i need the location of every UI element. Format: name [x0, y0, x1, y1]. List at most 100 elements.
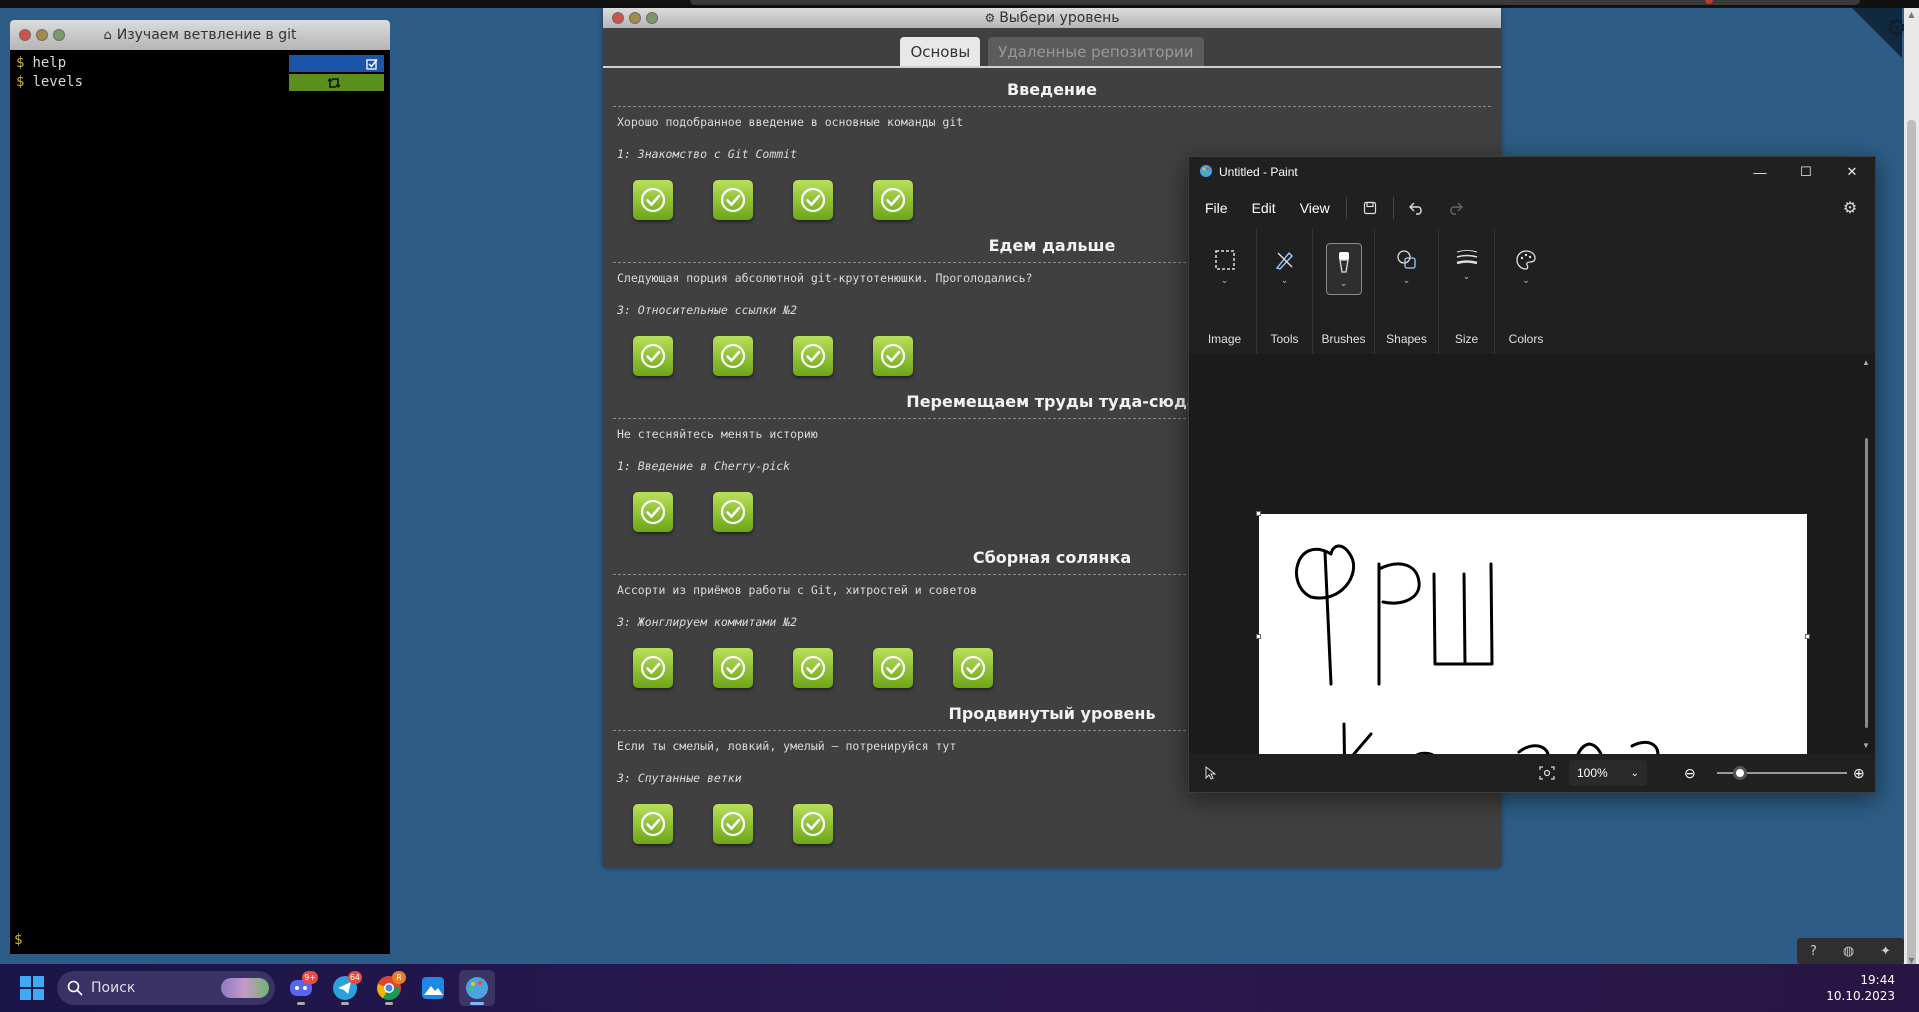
- paint-canvas[interactable]: [1256, 511, 1810, 754]
- maximize-button[interactable]: [646, 12, 658, 24]
- photos-app[interactable]: [415, 970, 451, 1006]
- globe-icon[interactable]: ◍: [1843, 944, 1854, 959]
- tab-basics[interactable]: Основы: [900, 37, 981, 66]
- section-description: Ассорти из приёмов работы с Git, хитрост…: [617, 583, 978, 597]
- scroll-up-arrow[interactable]: ▲: [1904, 8, 1919, 22]
- close-icon[interactable]: ✕: [1829, 157, 1875, 187]
- paint-app[interactable]: [459, 970, 495, 1006]
- level-complete-button[interactable]: [633, 648, 673, 688]
- telegram-app[interactable]: 64: [327, 970, 363, 1006]
- level-complete-button[interactable]: [633, 336, 673, 376]
- chrome-app[interactable]: R: [371, 970, 407, 1006]
- notification-badge: 64: [347, 971, 362, 984]
- minimize-button[interactable]: [36, 29, 48, 41]
- resize-handle[interactable]: [1256, 511, 1261, 516]
- selection-tool[interactable]: ⌄: [1207, 243, 1243, 295]
- level-complete-button[interactable]: [873, 180, 913, 220]
- level-complete-button[interactable]: [793, 648, 833, 688]
- checkmark-icon: [640, 811, 666, 837]
- maximize-icon[interactable]: ☐: [1783, 157, 1829, 187]
- chevron-down-icon: ⌄: [1522, 275, 1530, 285]
- resize-handle[interactable]: [1805, 634, 1810, 639]
- level-complete-button[interactable]: [633, 492, 673, 532]
- page-scroll-thumb[interactable]: [1907, 120, 1916, 970]
- level-complete-button[interactable]: [713, 336, 753, 376]
- close-button[interactable]: [612, 12, 624, 24]
- level-complete-button[interactable]: [713, 804, 753, 844]
- menu-view[interactable]: View: [1288, 200, 1342, 216]
- scroll-down-arrow[interactable]: ▼: [1862, 741, 1870, 750]
- scroll-up-arrow[interactable]: ▲: [1862, 358, 1870, 367]
- ribbon-colors[interactable]: ⌄ Colors: [1495, 229, 1557, 354]
- ribbon-size[interactable]: ⌄ Size: [1439, 229, 1495, 354]
- ribbon-brushes[interactable]: ⌄ Brushes: [1313, 229, 1375, 354]
- level-complete-button[interactable]: [633, 804, 673, 844]
- section-description: Не стесняйтесь менять историю: [617, 427, 818, 441]
- resize-handle[interactable]: [1256, 634, 1261, 639]
- brush-button[interactable]: ⌄: [1325, 243, 1362, 295]
- minimize-button[interactable]: [629, 12, 641, 24]
- running-indicator: [297, 1002, 305, 1005]
- shapes-button[interactable]: ⌄: [1389, 243, 1425, 295]
- windows-start-icon[interactable]: [20, 976, 44, 1000]
- level-complete-button[interactable]: [633, 180, 673, 220]
- minimize-icon[interactable]: —: [1737, 157, 1783, 187]
- redo-icon[interactable]: [1436, 192, 1474, 224]
- menu-file[interactable]: File: [1193, 200, 1240, 216]
- level-complete-button[interactable]: [793, 336, 833, 376]
- ribbon-label: Shapes: [1386, 332, 1427, 346]
- checkmark-icon: [880, 187, 906, 213]
- help-icon[interactable]: ?: [1810, 944, 1817, 959]
- taskbar-search[interactable]: Поиск: [57, 971, 275, 1005]
- fit-to-window-icon[interactable]: [1539, 766, 1555, 783]
- running-indicator: [470, 1002, 484, 1005]
- settings-icon[interactable]: ⚙: [1831, 192, 1869, 224]
- checkmark-icon: [640, 655, 666, 681]
- hand-drawing: [1295, 544, 1660, 754]
- command-status-done: [289, 55, 384, 72]
- checkmark-icon: [960, 655, 986, 681]
- system-clock[interactable]: 19:44 10.10.2023: [1826, 972, 1895, 1004]
- tab-remote[interactable]: Удаленные репозитории: [988, 37, 1204, 66]
- size-button[interactable]: ⌄: [1449, 243, 1485, 295]
- paint-icon: [466, 977, 488, 999]
- canvas-scroll-thumb[interactable]: [1865, 438, 1868, 728]
- canvas-scrollbar[interactable]: ▲ ▼: [1862, 358, 1870, 750]
- colors-button[interactable]: ⌄: [1508, 243, 1544, 295]
- save-icon[interactable]: [1351, 192, 1389, 224]
- clock-time: 19:44: [1860, 973, 1895, 987]
- zoom-slider-thumb[interactable]: [1733, 766, 1747, 780]
- zoom-select[interactable]: 100% ⌄: [1569, 760, 1647, 786]
- paint-app-icon: [1199, 164, 1213, 181]
- window-controls: [612, 12, 658, 24]
- discord-app[interactable]: 9+: [283, 970, 319, 1006]
- page-scrollbar[interactable]: ▲ ▼: [1904, 8, 1919, 970]
- menu-edit[interactable]: Edit: [1240, 200, 1288, 216]
- twitter-icon[interactable]: ✦: [1880, 944, 1891, 959]
- close-button[interactable]: [19, 29, 31, 41]
- level-complete-button[interactable]: [713, 180, 753, 220]
- undo-icon[interactable]: [1398, 192, 1436, 224]
- level-complete-button[interactable]: [793, 804, 833, 844]
- ribbon-image[interactable]: ⌄ Image: [1193, 229, 1257, 354]
- zoom-out-icon[interactable]: ⊖: [1684, 765, 1696, 782]
- chevron-down-icon: ⌄: [1280, 275, 1289, 285]
- ribbon-shapes[interactable]: ⌄ Shapes: [1375, 229, 1439, 354]
- zoom-in-icon[interactable]: ⊕: [1853, 765, 1865, 782]
- zoom-value: 100%: [1577, 766, 1608, 780]
- level-complete-button[interactable]: [873, 648, 913, 688]
- level-complete-button[interactable]: [793, 180, 833, 220]
- level-complete-button[interactable]: [713, 492, 753, 532]
- zoom-slider[interactable]: [1717, 766, 1847, 780]
- level-complete-button[interactable]: [873, 336, 913, 376]
- terminal-input-prompt[interactable]: $: [14, 932, 22, 948]
- maximize-button[interactable]: [53, 29, 65, 41]
- tools-button[interactable]: ⌄: [1267, 243, 1303, 295]
- levels-titlebar: ⚙ Выбери уровень: [603, 8, 1501, 28]
- section-current-level: 1: Введение в Cherry-pick: [617, 459, 791, 473]
- ribbon-tools[interactable]: ⌄ Tools: [1257, 229, 1313, 354]
- level-complete-button[interactable]: [953, 648, 993, 688]
- menu-separator: [1345, 197, 1347, 219]
- level-complete-button[interactable]: [713, 648, 753, 688]
- levels-title: Выбери уровень: [999, 10, 1120, 26]
